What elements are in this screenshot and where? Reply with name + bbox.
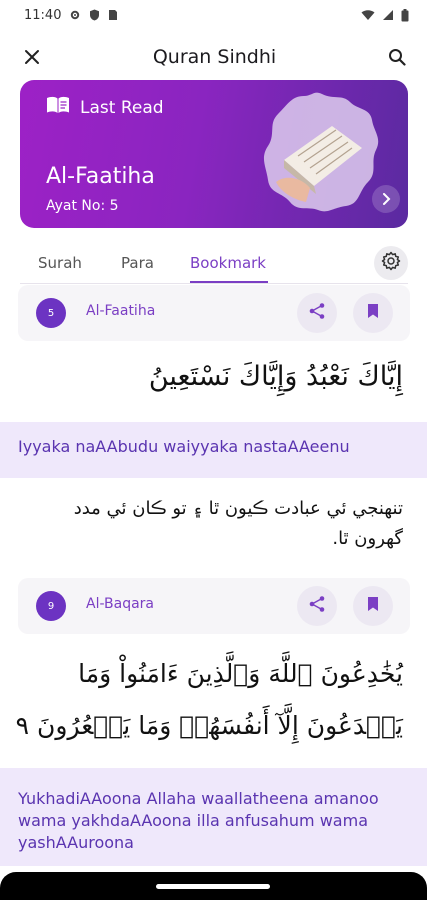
tab-bookmark[interactable]: Bookmark <box>190 254 266 272</box>
quran-book-illustration <box>262 90 382 216</box>
last-read-surah: Al-Faatiha <box>46 164 155 189</box>
app-bar: Quran Sindhi <box>0 32 427 82</box>
share-button[interactable] <box>297 586 337 626</box>
bookmark-item-header[interactable]: 5 Al-Faatiha <box>18 285 410 341</box>
shield-status-icon <box>89 9 100 21</box>
tab-bar: Surah Para Bookmark <box>20 244 408 284</box>
transliteration: YukhadiAAoona Allaha waallatheena amanoo… <box>0 768 427 866</box>
last-read-card[interactable]: Last Read Al-Faatiha Ayat No: 5 <box>20 80 408 228</box>
settings-status-icon <box>69 9 81 21</box>
wifi-icon <box>361 9 375 21</box>
close-icon[interactable] <box>18 43 46 71</box>
transliteration: Iyyaka naAAbudu waiyyaka nastaAAeenu <box>0 422 427 478</box>
system-navigation-bar <box>0 872 427 900</box>
status-time: 11:40 <box>24 7 62 23</box>
last-read-ayat: Ayat No: 5 <box>46 198 119 214</box>
bookmark-button[interactable] <box>353 293 393 333</box>
share-icon <box>308 595 326 617</box>
search-icon[interactable] <box>383 43 411 71</box>
last-read-header: Last Read <box>46 96 164 119</box>
sim-status-icon <box>108 9 118 21</box>
bookmark-button[interactable] <box>353 586 393 626</box>
signal-icon <box>382 9 394 21</box>
home-indicator[interactable] <box>156 884 270 889</box>
app-title: Quran Sindhi <box>152 46 277 68</box>
ayat-number-badge: 9 <box>36 591 66 621</box>
bookmark-surah-name: Al-Baqara <box>86 596 155 612</box>
share-button[interactable] <box>297 293 337 333</box>
bookmark-icon <box>367 596 379 616</box>
tab-para[interactable]: Para <box>121 254 154 272</box>
arabic-verse: إِيَّاكَ نَعْبُدُ وَإِيَّاكَ نَسْتَعِينُ <box>148 361 403 392</box>
settings-button[interactable] <box>374 246 408 280</box>
bookmark-icon <box>367 303 379 323</box>
battery-icon <box>401 8 409 22</box>
sindhi-translation: تنهنجي ئي عبادت ڪيون ٿا ۽ تو ڪان ئي مدد … <box>73 498 403 549</box>
tab-divider <box>20 283 408 284</box>
bookmark-item-header[interactable]: 9 Al-Baqara <box>18 578 410 634</box>
book-icon <box>46 96 70 119</box>
bookmark-surah-name: Al-Faatiha <box>86 303 156 319</box>
ayat-number-badge: 5 <box>36 298 66 328</box>
arabic-verse: يُخَٰدِعُونَ ٱللَّهَ وَٱلَّذِينَ ءَامَنُ… <box>15 659 403 740</box>
last-read-label: Last Read <box>80 97 164 118</box>
gear-icon <box>381 251 401 275</box>
tab-surah[interactable]: Surah <box>38 254 82 272</box>
share-icon <box>308 302 326 324</box>
status-bar: 11:40 <box>0 0 427 30</box>
chevron-right-icon[interactable] <box>372 185 400 213</box>
